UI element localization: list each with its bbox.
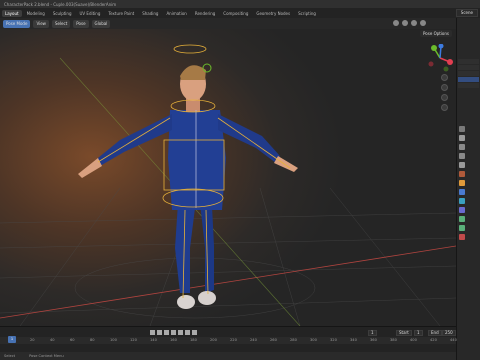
render-icon[interactable] (459, 135, 465, 141)
workspace-tab-layout[interactable]: Layout (2, 9, 22, 17)
ruler-tick: 20 (30, 338, 35, 342)
select-menu[interactable]: Select (51, 19, 71, 28)
play-reverse-icon[interactable] (171, 330, 176, 335)
constraint-icon[interactable] (459, 207, 465, 213)
ruler-tick: 80 (90, 338, 95, 342)
ruler-tick: 380 (390, 338, 397, 342)
workspace-tab-animation[interactable]: Animation (163, 10, 189, 17)
mode-selector[interactable]: Pose Mode (3, 19, 31, 28)
workspace-tab-rendering[interactable]: Rendering (192, 10, 218, 17)
ruler-tick: 260 (270, 338, 277, 342)
tool-icon[interactable] (459, 126, 465, 132)
ruler-tick: 320 (330, 338, 337, 342)
rendered-shading-icon[interactable] (420, 20, 426, 26)
workspace-tab-shading[interactable]: Shading (139, 10, 161, 17)
bone-icon[interactable] (459, 225, 465, 231)
object-icon[interactable] (459, 180, 465, 186)
navigation-gizmo[interactable] (426, 44, 454, 72)
view-layer-icon[interactable] (459, 153, 465, 159)
scene-field[interactable]: Scene (455, 9, 478, 17)
modifier-icon[interactable] (459, 189, 465, 195)
ruler-tick: 60 (70, 338, 75, 342)
outliner-row[interactable] (458, 65, 479, 70)
viewport-shading-buttons (393, 20, 426, 26)
outliner-row-selected[interactable] (458, 77, 479, 82)
viewport-scene (0, 44, 456, 326)
ruler-tick: 160 (170, 338, 177, 342)
material-shading-icon[interactable] (411, 20, 417, 26)
workspace-tab-modeling[interactable]: Modeling (24, 10, 48, 17)
outliner-properties-panel (456, 18, 480, 360)
prev-keyframe-icon[interactable] (164, 330, 169, 335)
outliner-row[interactable] (458, 83, 479, 88)
ruler-tick: 340 (350, 338, 357, 342)
jump-start-icon[interactable] (157, 330, 162, 335)
workspace-tab-uv-editing[interactable]: UV Editing (77, 10, 104, 17)
play-icon[interactable] (178, 330, 183, 335)
status-context-menu: Pose Context Menu (29, 354, 64, 358)
ruler-tick: 240 (250, 338, 257, 342)
workspace-tab-scripting[interactable]: Scripting (295, 10, 319, 17)
playback-controls: 1 Start 1 End 250 (0, 328, 456, 337)
wireframe-shading-icon[interactable] (393, 20, 399, 26)
workspace-tab-geometry-nodes[interactable]: Geometry Nodes (253, 10, 293, 17)
ruler-tick: 220 (230, 338, 237, 342)
scene-icon[interactable] (459, 162, 465, 168)
record-icon[interactable] (150, 330, 155, 335)
viewport-header: Pose Mode View Select Pose Global (0, 18, 456, 29)
workspace-tab-compositing[interactable]: Compositing (220, 10, 251, 17)
start-frame-label: Start (396, 330, 412, 336)
workspace-tab-texture-paint[interactable]: Texture Paint (105, 10, 137, 17)
transform-orientation-dropdown[interactable]: Global (91, 19, 111, 28)
x-axis-line (0, 245, 456, 319)
frame-ruler[interactable]: 1204060801001201401601802002202402602803… (0, 337, 457, 344)
scene-selector[interactable]: Scene (455, 9, 478, 17)
data-icon[interactable] (459, 216, 465, 222)
material-icon[interactable] (459, 234, 465, 240)
ruler-tick: 180 (190, 338, 197, 342)
status-bar: Select Pose Context Menu (0, 352, 456, 360)
ruler-tick: 420 (430, 338, 437, 342)
outliner-row[interactable] (458, 71, 479, 76)
grid-icon[interactable] (441, 104, 448, 111)
physics-icon[interactable] (459, 198, 465, 204)
ruler-tick: 120 (130, 338, 137, 342)
playhead[interactable]: 1 (8, 336, 16, 343)
world-icon[interactable] (459, 171, 465, 177)
view-menu[interactable]: View (33, 19, 49, 28)
ruler-tick: 40 (50, 338, 55, 342)
solid-shading-icon[interactable] (402, 20, 408, 26)
window-title: CharacterPack 2.blend - Cuple.003(Suave)… (4, 1, 117, 7)
ruler-tick: 280 (290, 338, 297, 342)
ruler-tick: 140 (150, 338, 157, 342)
status-select: Select (4, 354, 16, 358)
properties-tabs (459, 126, 465, 240)
camera-view-icon[interactable] (441, 94, 448, 101)
ruler-tick: 440 (450, 338, 457, 342)
ruler-tick: 400 (410, 338, 417, 342)
ruler-tick: 360 (370, 338, 377, 342)
outliner-row[interactable] (458, 59, 479, 64)
3d-viewport[interactable]: Pose Mode View Select Pose Global Pose O… (0, 18, 456, 326)
workspace-tabs: Layout Modeling Sculpting UV Editing Texture… (0, 8, 480, 18)
pose-options-dropdown[interactable]: Pose Options (420, 30, 452, 37)
ruler-tick: 100 (110, 338, 117, 342)
start-frame-field[interactable]: 1 (414, 330, 423, 336)
head-control (202, 63, 212, 73)
current-frame-field[interactable]: 1 (368, 330, 377, 336)
jump-end-icon[interactable] (192, 330, 197, 335)
zoom-icon[interactable] (441, 74, 448, 81)
ruler-tick: 200 (210, 338, 217, 342)
pan-hand-icon[interactable] (441, 84, 448, 91)
next-keyframe-icon[interactable] (185, 330, 190, 335)
viewport-nav-buttons (441, 74, 448, 111)
window-titlebar: CharacterPack 2.blend - Cuple.003(Suave)… (0, 0, 480, 8)
pose-menu[interactable]: Pose (73, 19, 89, 28)
workspace-tab-sculpting[interactable]: Sculpting (50, 10, 75, 17)
end-frame-label: End (428, 330, 442, 336)
ruler-tick: 300 (310, 338, 317, 342)
output-icon[interactable] (459, 144, 465, 150)
end-frame-field[interactable]: 250 (442, 330, 456, 336)
character-model (78, 65, 298, 309)
